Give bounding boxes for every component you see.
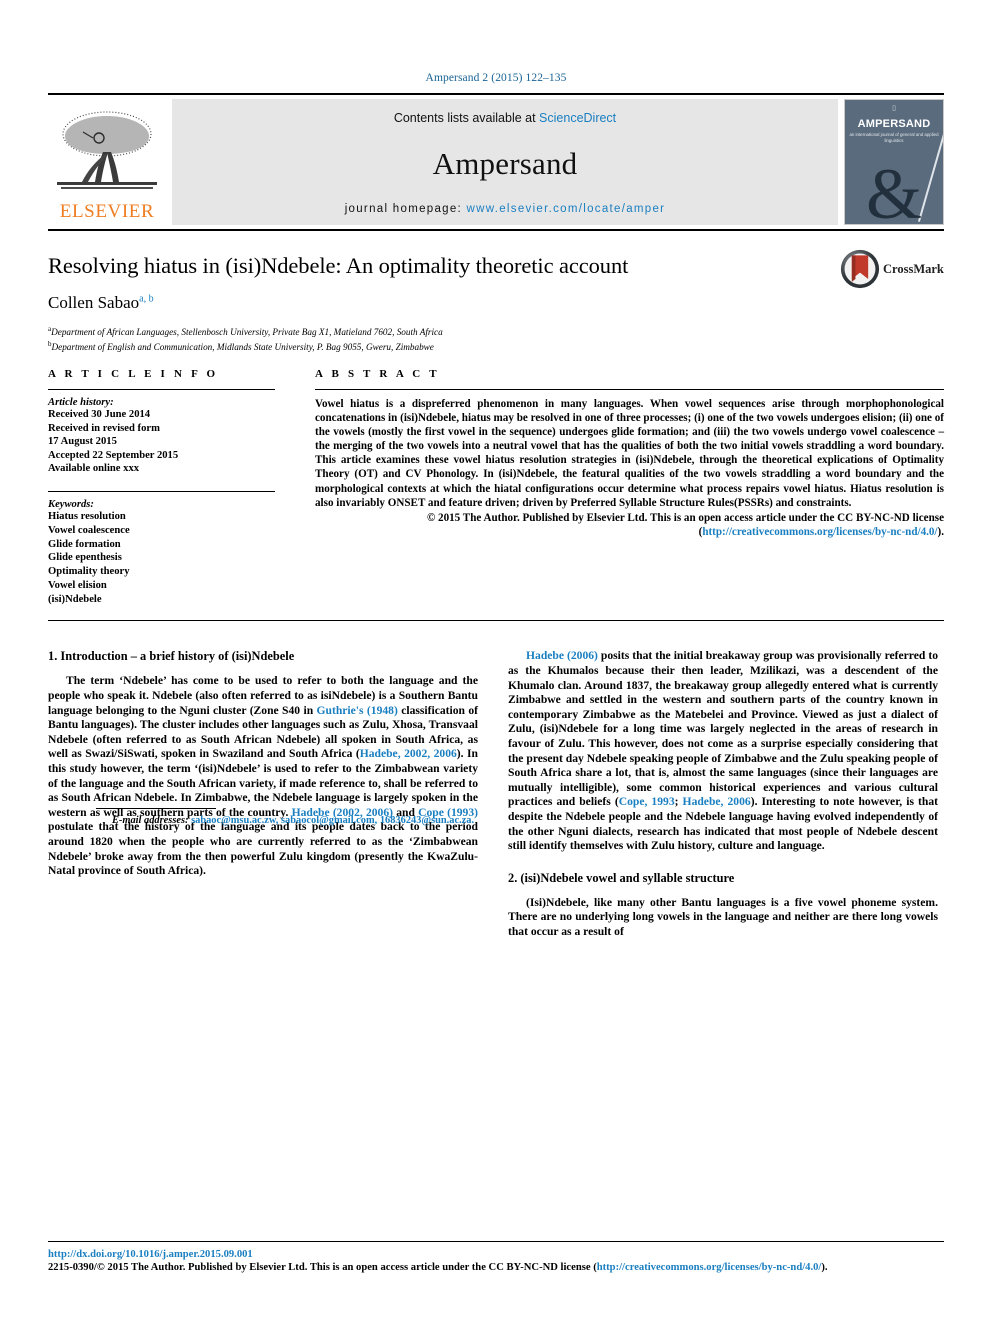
- title-block: Resolving hiatus in (isi)Ndebele: An opt…: [48, 231, 944, 354]
- keywords-label: Keywords:: [48, 498, 94, 510]
- footer-rule: [48, 1241, 944, 1243]
- affiliation-a: aDepartment of African Languages, Stelle…: [48, 323, 944, 338]
- section-1-paragraph-1: The term ‘Ndebele’ has come to be used t…: [48, 674, 478, 878]
- section-1-heading: 1. Introduction – a brief history of (is…: [48, 649, 295, 664]
- keyword-item: Hiatus resolution: [48, 510, 126, 522]
- body-column-right: Hadebe (2006) posits that the initial br…: [508, 649, 938, 939]
- page-title: Resolving hiatus in (isi)Ndebele: An opt…: [48, 253, 629, 278]
- affiliation-b: bDepartment of English and Communication…: [48, 338, 944, 353]
- elsevier-wordmark: ELSEVIER: [59, 201, 155, 222]
- abstract-rule: [315, 388, 944, 390]
- homepage-prefix: journal homepage:: [344, 203, 467, 215]
- cover-ampersand-glyph: &: [865, 154, 922, 225]
- journal-masthead: ELSEVIER Contents lists available at Sci…: [48, 93, 944, 231]
- page-footer: http://dx.doi.org/10.1016/j.amper.2015.0…: [48, 1241, 944, 1275]
- affil-b-text: Department of English and Communication,…: [51, 342, 434, 353]
- keywords-rule: [48, 490, 275, 492]
- body-column-left: 1. Introduction – a brief history of (is…: [48, 649, 478, 939]
- license-link[interactable]: http://creativecommons.org/licenses/by-n…: [702, 526, 937, 538]
- footer-license-link[interactable]: http://creativecommons.org/licenses/by-n…: [597, 1262, 822, 1273]
- history-item: Received 30 June 2014: [48, 408, 151, 420]
- article-page: Ampersand 2 (2015) 122–135 ELSEVIER Cont…: [0, 0, 992, 1323]
- history-item: Received in revised form: [48, 422, 160, 434]
- masthead-top-rule: [48, 93, 944, 95]
- abstract-text: Vowel hiatus is a dispreferred phenomeno…: [315, 397, 944, 509]
- p2-seg-a: posits that the initial breakaway group …: [508, 649, 938, 809]
- author-list: Collen Sabaoa, b: [48, 293, 944, 313]
- citation-hadebe-2002-2006[interactable]: Hadebe, 2002, 2006: [360, 747, 457, 760]
- footnote-text: E-mail addresses: sabaoc@msu.ac.zw, saba…: [96, 814, 526, 827]
- crossmark-badge[interactable]: CrossMark: [840, 247, 944, 291]
- sciencedirect-link[interactable]: ScienceDirect: [539, 111, 616, 125]
- citation-cope-1993-b[interactable]: Cope, 1993: [619, 795, 675, 808]
- issn-text-a: 2215-0390/© 2015 The Author. Published b…: [48, 1262, 597, 1274]
- affil-a-text: Department of African Languages, Stellen…: [51, 327, 443, 338]
- article-history-label: Article history:: [48, 396, 114, 408]
- journal-title: Ampersand: [432, 146, 578, 181]
- journal-homepage-line: journal homepage: www.elsevier.com/locat…: [345, 203, 666, 215]
- abstract-heading: A B S T R A C T: [315, 367, 440, 380]
- homepage-url-link[interactable]: www.elsevier.com/locate/amper: [467, 203, 666, 215]
- elsevier-tree-icon: [57, 111, 157, 189]
- article-info-column: A R T I C L E I N F O Article history: R…: [48, 368, 293, 607]
- body-columns: 1. Introduction – a brief history of (is…: [48, 621, 944, 939]
- abstract-column: A B S T R A C T Vowel hiatus is a dispre…: [293, 368, 944, 607]
- citation-guthrie-1948[interactable]: Guthrie's (1948): [317, 704, 398, 717]
- email-addresses-links[interactable]: sabaoc@msu.ac.zw, sabaocol@gmail.com, 16…: [191, 815, 474, 826]
- cover-title: AMPERSAND: [857, 118, 931, 130]
- keyword-item: Optimality theory: [48, 566, 130, 578]
- keyword-item: (isi)Ndebele: [48, 593, 102, 605]
- copyright-tail: ).: [937, 525, 944, 538]
- citation-hadebe-2006[interactable]: Hadebe (2006): [526, 649, 598, 662]
- crossmark-label: CrossMark: [883, 261, 944, 276]
- author-name: Collen Sabao: [48, 293, 140, 312]
- crossmark-icon: [840, 249, 880, 289]
- keyword-item: Vowel elision: [48, 579, 107, 591]
- keyword-item: Glide epenthesis: [48, 552, 122, 564]
- history-item: Accepted 22 September 2015: [48, 449, 179, 461]
- footnote-rule: [96, 808, 216, 810]
- history-item: Available online xxx: [48, 463, 140, 475]
- elsevier-logo: ELSEVIER: [48, 99, 166, 225]
- author-affil-marks: a, b: [139, 293, 154, 305]
- running-head: Ampersand 2 (2015) 122–135: [425, 72, 567, 84]
- contents-available-line: Contents lists available at ScienceDirec…: [394, 111, 616, 125]
- info-abstract-region: A R T I C L E I N F O Article history: R…: [48, 354, 944, 607]
- doi-link[interactable]: http://dx.doi.org/10.1016/j.amper.2015.0…: [48, 1248, 944, 1261]
- abstract-copyright: © 2015 The Author. Published by Elsevier…: [315, 511, 944, 539]
- email-addresses-label: E-mail addresses:: [112, 815, 189, 827]
- issn-copyright-line: 2215-0390/© 2015 The Author. Published b…: [48, 1261, 944, 1275]
- history-item: 17 August 2015: [48, 436, 117, 448]
- footnote-block: E-mail addresses: sabaoc@msu.ac.zw, saba…: [96, 808, 526, 827]
- article-info-rule: [48, 388, 275, 390]
- p1-seg-e: postulate that the history of the langua…: [48, 820, 478, 878]
- journal-cover-thumbnail: ▯ AMPERSAND an international journal of …: [844, 99, 944, 225]
- citation-hadebe-2006-b[interactable]: Hadebe, 2006: [683, 795, 751, 808]
- keyword-item: Glide formation: [48, 538, 121, 550]
- section-2-paragraph-1: (Isi)Ndebele, like many other Bantu lang…: [508, 895, 938, 938]
- issn-text-b: ).: [821, 1262, 828, 1274]
- contents-prefix: Contents lists available at: [393, 111, 540, 125]
- cover-subtitle: an international journal of general and …: [849, 132, 939, 143]
- keyword-item: Vowel coalescence: [48, 524, 130, 536]
- cover-mini-logo-icon: ▯: [892, 104, 896, 112]
- section-1-paragraph-2: Hadebe (2006) posits that the initial br…: [508, 649, 938, 853]
- masthead-center-panel: Contents lists available at ScienceDirec…: [172, 99, 838, 225]
- p2-seg-b: ;: [674, 795, 683, 809]
- article-info-heading: A R T I C L E I N F O: [48, 367, 219, 380]
- section-2-heading: 2. (isi)Ndebele vowel and syllable struc…: [508, 870, 735, 885]
